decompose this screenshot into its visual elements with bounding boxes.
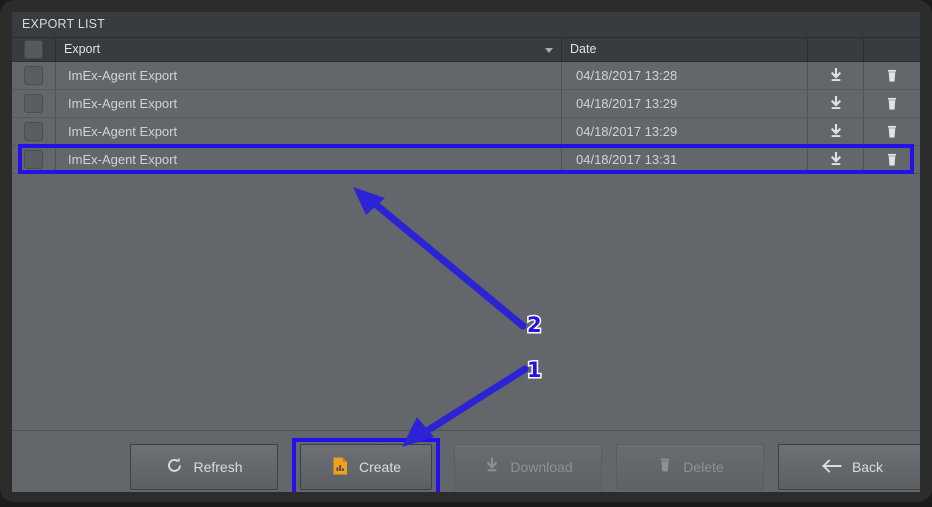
row-date-cell: 04/18/2017 13:29 bbox=[562, 118, 808, 145]
download-button[interactable]: Download bbox=[454, 444, 602, 490]
row-delete-cell[interactable] bbox=[864, 118, 920, 145]
row-export-cell: ImEx-Agent Export bbox=[56, 62, 562, 89]
refresh-icon bbox=[165, 456, 184, 478]
row-select-cell[interactable] bbox=[12, 118, 56, 145]
row-download-cell[interactable] bbox=[808, 146, 864, 173]
application-window: EXPORT LIST Export Date ImEx-Agent Expor… bbox=[0, 0, 932, 502]
download-icon[interactable] bbox=[827, 95, 844, 112]
table-row[interactable]: ImEx-Agent Export 04/18/2017 13:29 bbox=[12, 90, 920, 118]
refresh-button-label: Refresh bbox=[193, 459, 243, 475]
row-download-cell[interactable] bbox=[808, 62, 864, 89]
row-export-cell: ImEx-Agent Export bbox=[56, 90, 562, 117]
create-button-label: Create bbox=[358, 459, 402, 475]
row-delete-cell[interactable] bbox=[864, 90, 920, 117]
page-title: EXPORT LIST bbox=[22, 17, 106, 31]
row-checkbox[interactable] bbox=[24, 66, 43, 85]
row-export-cell: ImEx-Agent Export bbox=[56, 146, 562, 173]
column-header-date-label: Date bbox=[570, 42, 597, 56]
export-name: ImEx-Agent Export bbox=[68, 124, 178, 139]
row-checkbox[interactable] bbox=[24, 122, 43, 141]
export-date: 04/18/2017 13:29 bbox=[576, 124, 678, 139]
delete-button-label: Delete bbox=[683, 459, 724, 475]
export-list-panel: EXPORT LIST Export Date ImEx-Agent Expor… bbox=[12, 12, 920, 492]
table-row[interactable]: ImEx-Agent Export 04/18/2017 13:31 bbox=[12, 146, 920, 174]
row-checkbox[interactable] bbox=[24, 94, 43, 113]
column-header-delete bbox=[864, 38, 920, 61]
document-chart-icon bbox=[331, 456, 350, 479]
download-icon[interactable] bbox=[827, 67, 844, 84]
row-select-cell[interactable] bbox=[12, 62, 56, 89]
trash-icon[interactable] bbox=[884, 123, 901, 140]
column-header-date[interactable]: Date bbox=[562, 38, 808, 61]
export-table: Export Date ImEx-Agent Export 04/18/2017… bbox=[12, 38, 920, 430]
trash-icon[interactable] bbox=[884, 95, 901, 112]
column-header-export[interactable]: Export bbox=[56, 38, 562, 61]
row-delete-cell[interactable] bbox=[864, 62, 920, 89]
row-download-cell[interactable] bbox=[808, 118, 864, 145]
download-button-label: Download bbox=[510, 459, 573, 475]
column-header-download bbox=[808, 38, 864, 61]
trash-icon bbox=[656, 456, 674, 478]
row-date-cell: 04/18/2017 13:28 bbox=[562, 62, 808, 89]
export-date: 04/18/2017 13:29 bbox=[576, 96, 678, 111]
row-delete-cell[interactable] bbox=[864, 146, 920, 173]
back-button[interactable]: Back bbox=[778, 444, 920, 490]
sort-descending-icon bbox=[545, 48, 553, 53]
row-download-cell[interactable] bbox=[808, 90, 864, 117]
row-date-cell: 04/18/2017 13:31 bbox=[562, 146, 808, 173]
export-name: ImEx-Agent Export bbox=[68, 96, 178, 111]
download-icon[interactable] bbox=[827, 151, 844, 168]
back-button-label: Back bbox=[851, 459, 884, 475]
panel-title-bar: EXPORT LIST bbox=[12, 12, 920, 38]
refresh-button[interactable]: Refresh bbox=[130, 444, 278, 490]
export-name: ImEx-Agent Export bbox=[68, 152, 178, 167]
select-all-checkbox[interactable] bbox=[24, 40, 43, 59]
trash-icon[interactable] bbox=[884, 151, 901, 168]
row-select-cell[interactable] bbox=[12, 146, 56, 173]
table-row[interactable]: ImEx-Agent Export 04/18/2017 13:28 bbox=[12, 62, 920, 90]
table-header-row: Export Date bbox=[12, 38, 920, 62]
trash-icon[interactable] bbox=[884, 67, 901, 84]
export-date: 04/18/2017 13:31 bbox=[576, 152, 678, 167]
create-button[interactable]: Create bbox=[300, 444, 432, 490]
action-button-bar: Refresh Create Download Delete Back bbox=[12, 430, 920, 492]
row-select-cell[interactable] bbox=[12, 90, 56, 117]
export-name: ImEx-Agent Export bbox=[68, 68, 178, 83]
download-icon[interactable] bbox=[827, 123, 844, 140]
row-export-cell: ImEx-Agent Export bbox=[56, 118, 562, 145]
row-date-cell: 04/18/2017 13:29 bbox=[562, 90, 808, 117]
column-header-select[interactable] bbox=[12, 38, 56, 61]
export-date: 04/18/2017 13:28 bbox=[576, 68, 678, 83]
row-checkbox[interactable] bbox=[24, 150, 43, 169]
arrow-left-icon bbox=[821, 458, 843, 477]
download-icon bbox=[483, 457, 501, 478]
table-row[interactable]: ImEx-Agent Export 04/18/2017 13:29 bbox=[12, 118, 920, 146]
column-header-export-label: Export bbox=[64, 42, 101, 56]
delete-button[interactable]: Delete bbox=[616, 444, 764, 490]
